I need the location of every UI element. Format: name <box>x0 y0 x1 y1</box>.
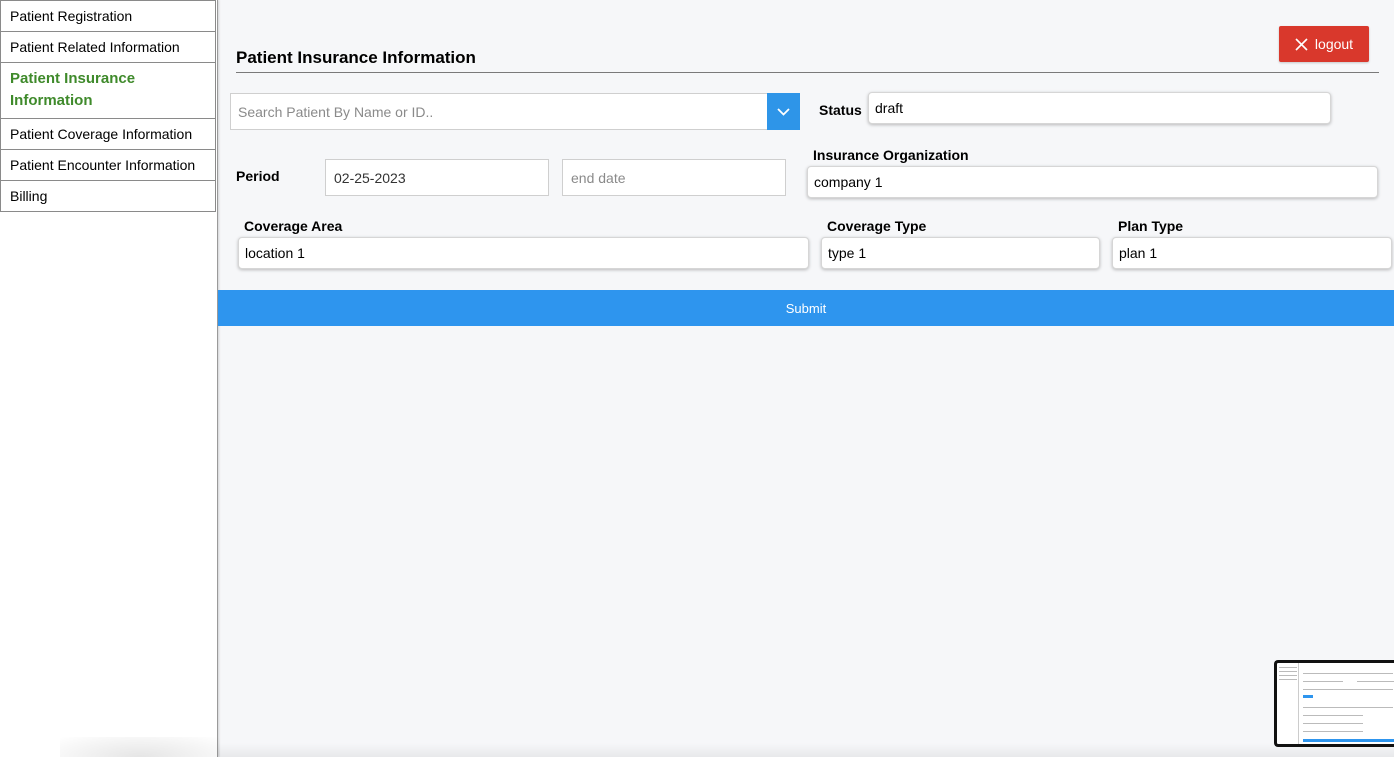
sidebar-item-patient-related-information[interactable]: Patient Related Information <box>0 31 216 63</box>
sidebar: Patient Registration Patient Related Inf… <box>0 0 220 757</box>
search-dropdown-button[interactable] <box>767 93 800 130</box>
period-start-date[interactable]: 02-25-2023 <box>325 159 549 196</box>
main-content: logout Patient Insurance Information Sta… <box>218 0 1394 757</box>
chevron-down-icon <box>777 103 790 121</box>
submit-button[interactable]: Submit <box>218 290 1394 326</box>
page-preview-thumbnail[interactable] <box>1274 660 1394 747</box>
status-label: Status <box>819 102 862 118</box>
coverage-type-field[interactable]: type 1 <box>821 237 1100 269</box>
sidebar-shadow <box>60 737 220 757</box>
coverage-type-label: Coverage Type <box>827 218 927 234</box>
period-label: Period <box>236 168 280 184</box>
sidebar-item-patient-encounter-information[interactable]: Patient Encounter Information <box>0 149 216 181</box>
page-title: Patient Insurance Information <box>236 48 1379 73</box>
plan-type-field[interactable]: plan 1 <box>1112 237 1392 269</box>
sidebar-item-patient-insurance-information[interactable]: Patient Insurance Information <box>0 62 216 119</box>
sidebar-item-patient-registration[interactable]: Patient Registration <box>0 0 216 32</box>
patient-search <box>230 93 800 130</box>
insurance-organization-label: Insurance Organization <box>813 147 969 163</box>
period-end-date[interactable]: end date <box>562 159 786 196</box>
insurance-organization-field[interactable]: company 1 <box>807 166 1378 198</box>
coverage-area-field[interactable]: location 1 <box>238 237 809 269</box>
status-field[interactable]: draft <box>868 92 1331 124</box>
plan-type-label: Plan Type <box>1118 218 1184 234</box>
sidebar-item-patient-coverage-information[interactable]: Patient Coverage Information <box>0 118 216 150</box>
bottom-shadow <box>218 743 1394 757</box>
coverage-area-label: Coverage Area <box>244 218 343 234</box>
sidebar-item-billing[interactable]: Billing <box>0 180 216 212</box>
patient-search-input[interactable] <box>230 93 767 130</box>
